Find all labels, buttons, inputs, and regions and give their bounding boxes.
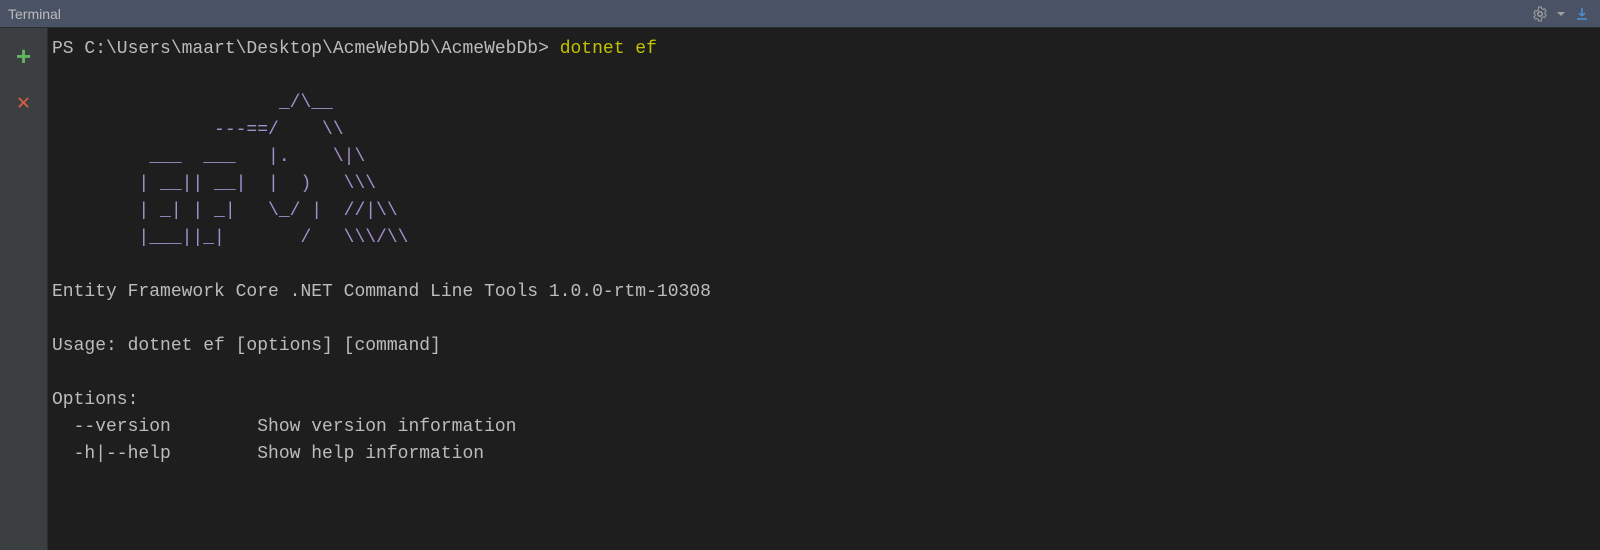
- download-icon[interactable]: [1572, 4, 1592, 24]
- plus-icon: +: [16, 45, 32, 71]
- main-area: + ✕ PS C:\Users\maart\Desktop\AcmeWebDb\…: [0, 28, 1600, 550]
- title-bar: Terminal: [0, 0, 1600, 28]
- option-version: --version Show version information: [52, 417, 516, 437]
- close-icon: ✕: [17, 93, 30, 115]
- usage-line: Usage: dotnet ef [options] [command]: [52, 336, 441, 356]
- new-session-button[interactable]: +: [12, 46, 36, 70]
- title-actions: [1530, 4, 1592, 24]
- option-help: -h|--help Show help information: [52, 444, 484, 464]
- shell-prompt: PS C:\Users\maart\Desktop\AcmeWebDb\Acme…: [52, 39, 560, 59]
- shell-command: dotnet ef: [560, 39, 657, 59]
- panel-title: Terminal: [8, 6, 61, 22]
- options-header: Options:: [52, 390, 138, 410]
- terminal-output[interactable]: PS C:\Users\maart\Desktop\AcmeWebDb\Acme…: [48, 28, 1600, 550]
- chevron-down-icon[interactable]: [1556, 4, 1566, 24]
- tool-description: Entity Framework Core .NET Command Line …: [52, 282, 711, 302]
- terminal-gutter: + ✕: [0, 28, 48, 550]
- gear-icon[interactable]: [1530, 4, 1550, 24]
- ascii-logo: _/\__ ---==/ \\ ___ ___ |. \|\ | __|| __…: [52, 93, 408, 248]
- close-session-button[interactable]: ✕: [12, 92, 36, 116]
